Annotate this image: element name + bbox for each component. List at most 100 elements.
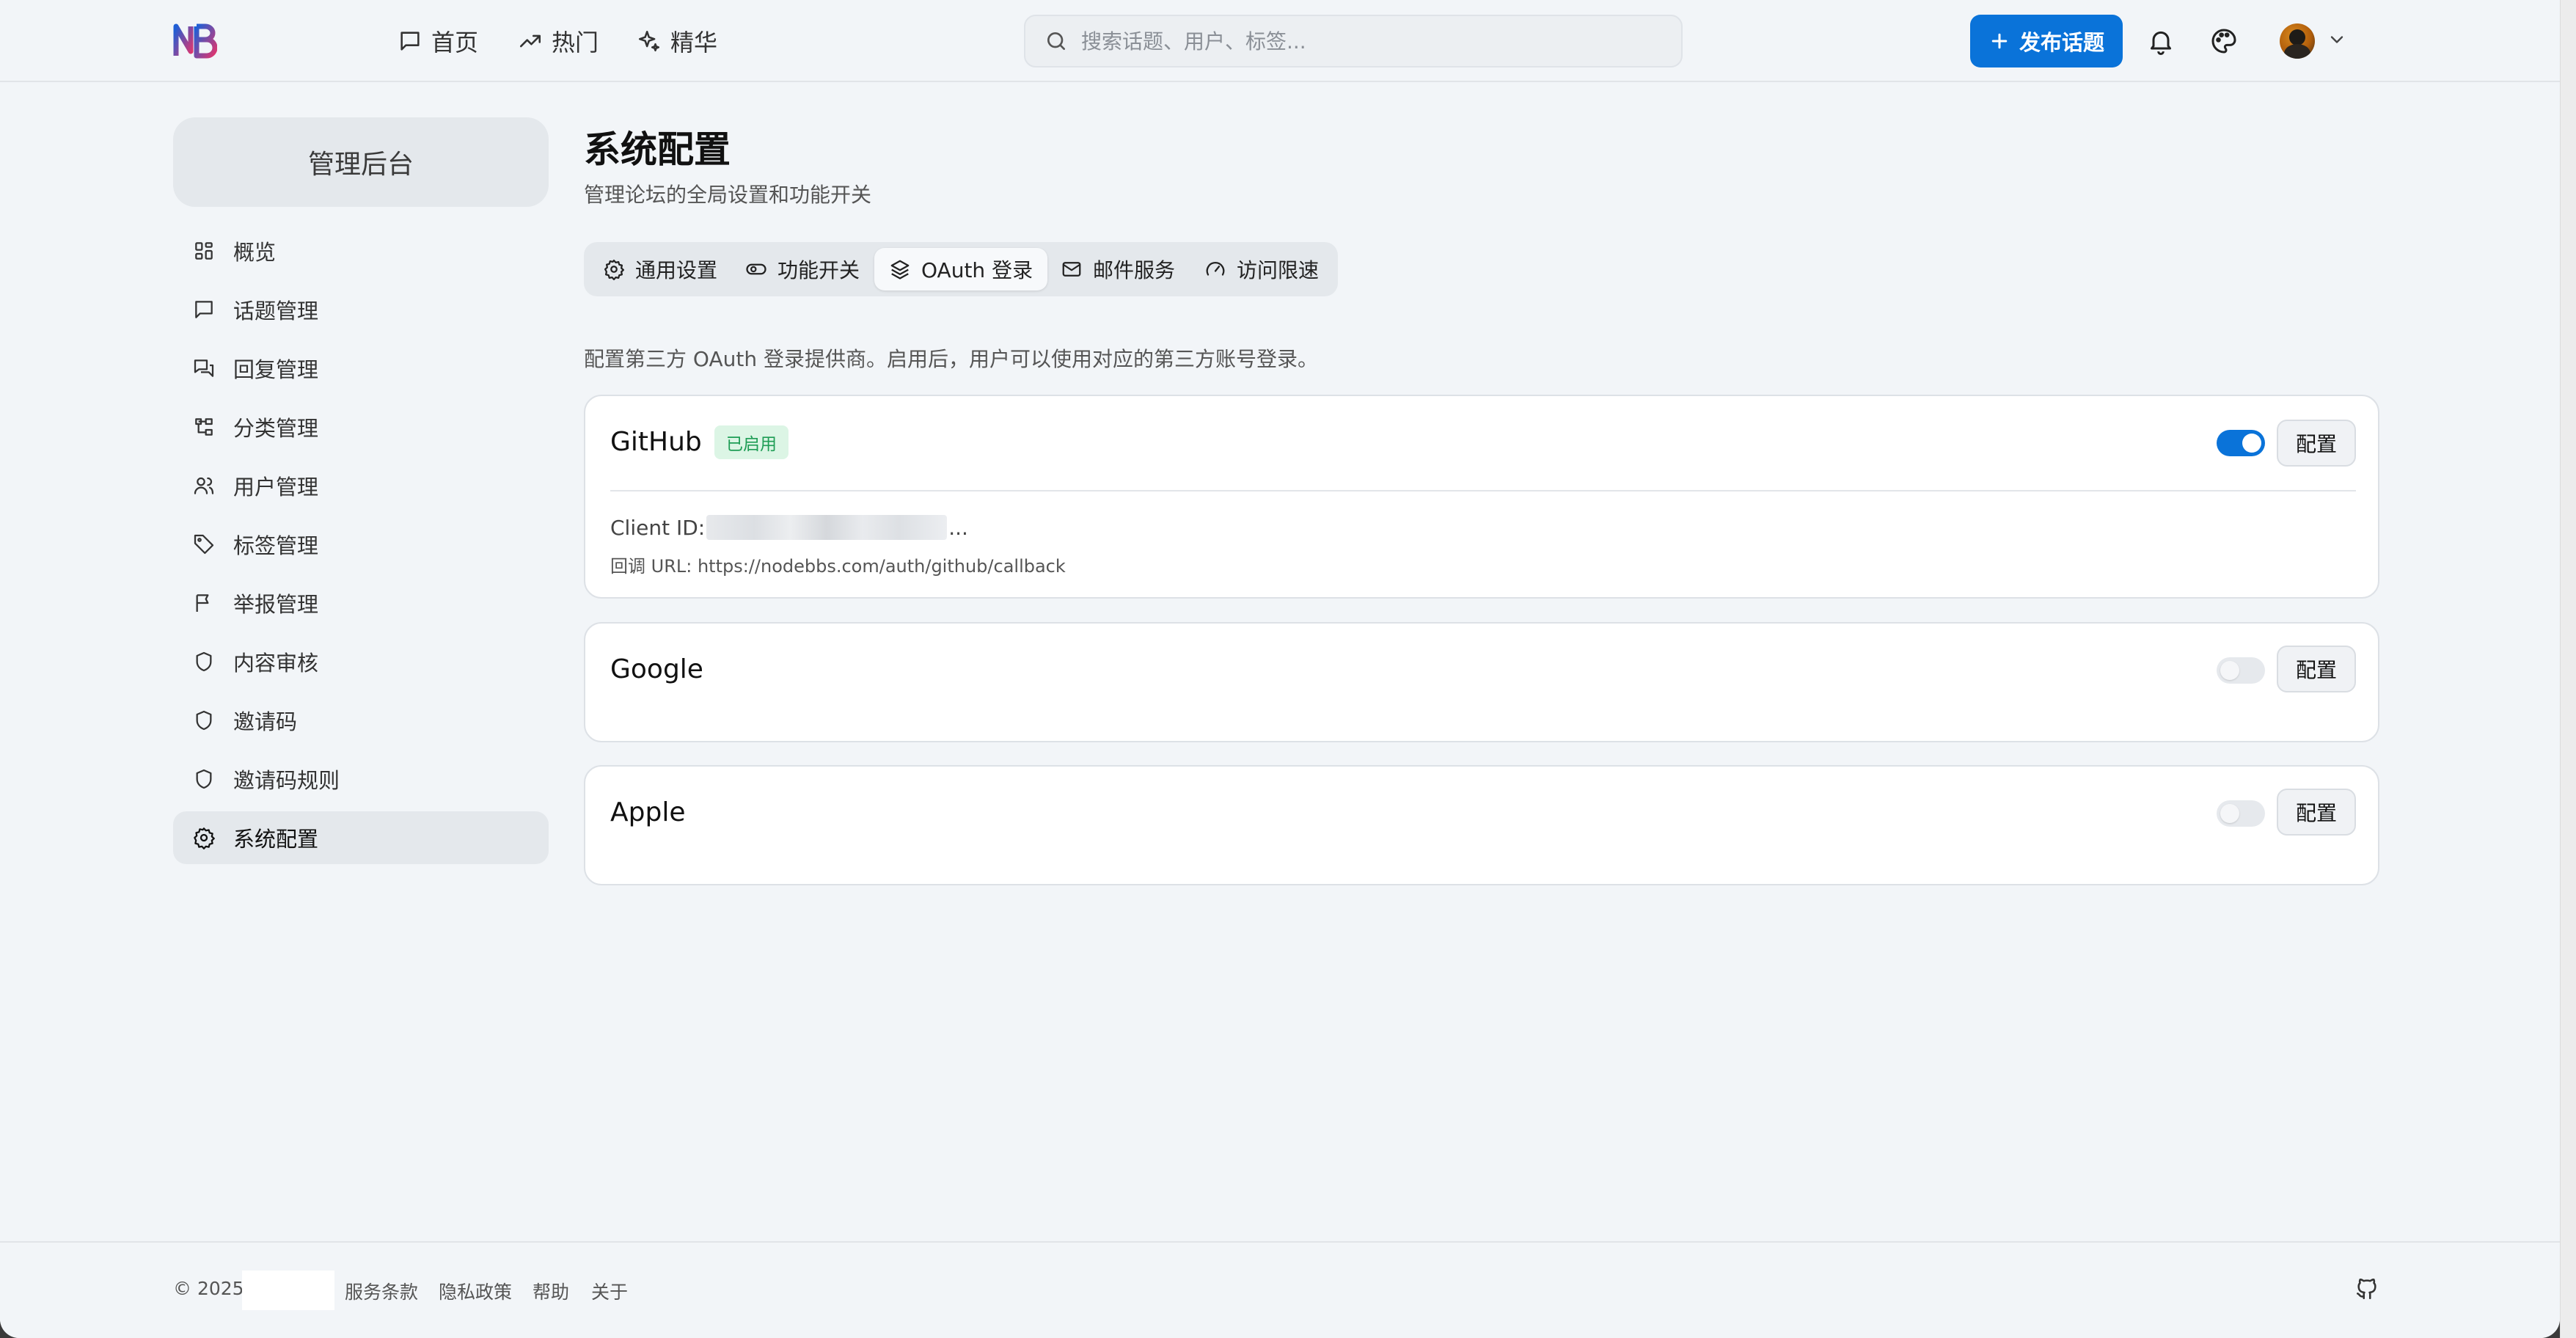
shield-icon (196, 769, 212, 789)
shield-icon (196, 710, 212, 731)
provider-card-github: GitHub 已启用 配置 Client ID: ... 回调 URL: htt… (584, 395, 2379, 599)
search-bar[interactable] (1024, 15, 1683, 67)
client-id-row: Client ID: ... (610, 515, 968, 540)
folder-tree-icon (195, 418, 213, 436)
configure-button[interactable]: 配置 (2277, 789, 2356, 836)
provider-card-google: Google 配置 (584, 622, 2379, 742)
dashboard-grid-icon (195, 242, 213, 260)
scrollbar[interactable] (2560, 0, 2576, 1338)
tab-general[interactable]: 通用设置 (588, 248, 732, 290)
chevron-down-icon[interactable] (2327, 29, 2347, 50)
nav-home[interactable]: 首页 (398, 23, 478, 59)
logo-icon[interactable] (173, 22, 217, 60)
sidebar-item-tags[interactable]: 标签管理 (173, 518, 549, 571)
sidebar-item-label: 分类管理 (233, 416, 319, 441)
site-name-placeholder (242, 1271, 334, 1310)
tag-icon (194, 534, 214, 555)
divider (610, 490, 2356, 491)
configure-button[interactable]: 配置 (2277, 420, 2356, 467)
flag-icon (196, 594, 209, 612)
status-badge: 已启用 (714, 425, 788, 459)
sidebar-item-label: 话题管理 (233, 299, 319, 323)
mail-icon (1062, 262, 1081, 277)
enable-toggle[interactable] (2217, 800, 2265, 827)
user-avatar[interactable] (2280, 23, 2315, 59)
gear-icon (604, 260, 624, 280)
browser-window: 首页 热门 精华 发布话题 管理后台 概览 话题管理 (0, 0, 2560, 1338)
oauth-intro-text: 配置第三方 OAuth 登录提供商。启用后，用户可以使用对应的第三方账号登录。 (584, 347, 1318, 371)
nav-hot[interactable]: 热门 (518, 23, 599, 59)
message-square-icon (195, 301, 213, 318)
tab-rate-limit[interactable]: 访问限速 (1190, 248, 1333, 290)
gear-icon (194, 827, 215, 849)
sidebar-item-label: 回复管理 (233, 357, 319, 382)
top-header: 首页 热门 精华 发布话题 (0, 0, 2560, 82)
nav-featured-label: 精华 (670, 29, 718, 56)
sidebar-item-moderation[interactable]: 内容审核 (173, 635, 549, 688)
tab-general-label: 通用设置 (635, 258, 718, 282)
trending-up-icon (519, 34, 541, 48)
sidebar-item-label: 用户管理 (233, 475, 319, 500)
publish-topic-button[interactable]: 发布话题 (1970, 15, 2123, 67)
sidebar-item-label: 系统配置 (233, 827, 319, 852)
tab-mail[interactable]: 邮件服务 (1046, 248, 1190, 290)
messages-icon (194, 359, 214, 377)
enable-toggle[interactable] (2217, 657, 2265, 684)
tab-features[interactable]: 功能开关 (731, 248, 874, 290)
tab-oauth[interactable]: OAuth 登录 (874, 248, 1048, 290)
plus-icon (1991, 33, 2008, 49)
message-square-icon (400, 32, 420, 51)
github-icon[interactable] (2354, 1276, 2379, 1301)
footer-link-terms[interactable]: 服务条款 (345, 1278, 418, 1304)
palette-icon[interactable] (2209, 26, 2239, 56)
toggle-icon (746, 263, 766, 275)
publish-topic-label: 发布话题 (2019, 30, 2104, 55)
sidebar-item-invite-rules[interactable]: 邀请码规则 (173, 753, 549, 805)
tab-rate-limit-label: 访问限速 (1237, 258, 1320, 282)
redacted-client-id (706, 515, 948, 540)
sidebar-item-replies[interactable]: 回复管理 (173, 342, 549, 395)
copyright: © 2025 (173, 1278, 244, 1299)
footer-link-privacy[interactable]: 隐私政策 (439, 1278, 512, 1304)
nav-hot-label: 热门 (552, 29, 599, 56)
sidebar-item-topics[interactable]: 话题管理 (173, 283, 549, 336)
sidebar-item-users[interactable]: 用户管理 (173, 459, 549, 512)
bell-icon[interactable] (2146, 26, 2176, 56)
sidebar-item-label: 邀请码 (233, 709, 298, 734)
config-tabs: 通用设置 功能开关 OAuth 登录 邮件服务 访问限速 (584, 242, 1338, 296)
sparkles-icon (638, 30, 660, 52)
provider-name: Apple (610, 797, 686, 827)
sidebar-item-label: 标签管理 (233, 533, 319, 558)
callback-url: 回调 URL: https://nodebbs.com/auth/github/… (610, 556, 1066, 577)
gauge-icon (1206, 262, 1225, 276)
layers-icon (890, 260, 910, 279)
shield-icon (196, 651, 212, 672)
enable-toggle[interactable] (2217, 430, 2265, 456)
provider-name: GitHub (610, 427, 702, 457)
search-input[interactable] (1081, 29, 1595, 54)
configure-button[interactable]: 配置 (2277, 646, 2356, 692)
tab-features-label: 功能开关 (777, 258, 860, 282)
provider-name: Google (610, 654, 703, 684)
page-subtitle: 管理论坛的全局设置和功能开关 (584, 183, 872, 207)
tab-mail-label: 邮件服务 (1093, 258, 1176, 282)
sidebar-item-label: 内容审核 (233, 651, 319, 676)
sidebar-item-overview[interactable]: 概览 (173, 224, 549, 277)
tab-oauth-label: OAuth 登录 (921, 258, 1033, 282)
footer-link-help[interactable]: 帮助 (533, 1278, 569, 1304)
users-icon (194, 477, 214, 494)
client-id-label: Client ID: (610, 515, 706, 540)
sidebar-item-reports[interactable]: 举报管理 (173, 577, 549, 629)
sidebar-item-label: 邀请码规则 (233, 768, 340, 793)
sidebar-item-label: 概览 (233, 240, 277, 265)
search-icon (1047, 32, 1065, 50)
sidebar-item-system-config[interactable]: 系统配置 (173, 811, 549, 864)
provider-card-apple: Apple 配置 (584, 765, 2379, 885)
page-title: 系统配置 (584, 128, 731, 171)
nav-featured[interactable]: 精华 (637, 23, 717, 59)
sidebar-item-categories[interactable]: 分类管理 (173, 401, 549, 453)
footer: © 2025 服务条款 隐私政策 帮助 关于 (0, 1241, 2560, 1338)
footer-link-about[interactable]: 关于 (591, 1278, 628, 1304)
admin-sidebar-title: 管理后台 (173, 117, 549, 207)
sidebar-item-invite-codes[interactable]: 邀请码 (173, 694, 549, 747)
